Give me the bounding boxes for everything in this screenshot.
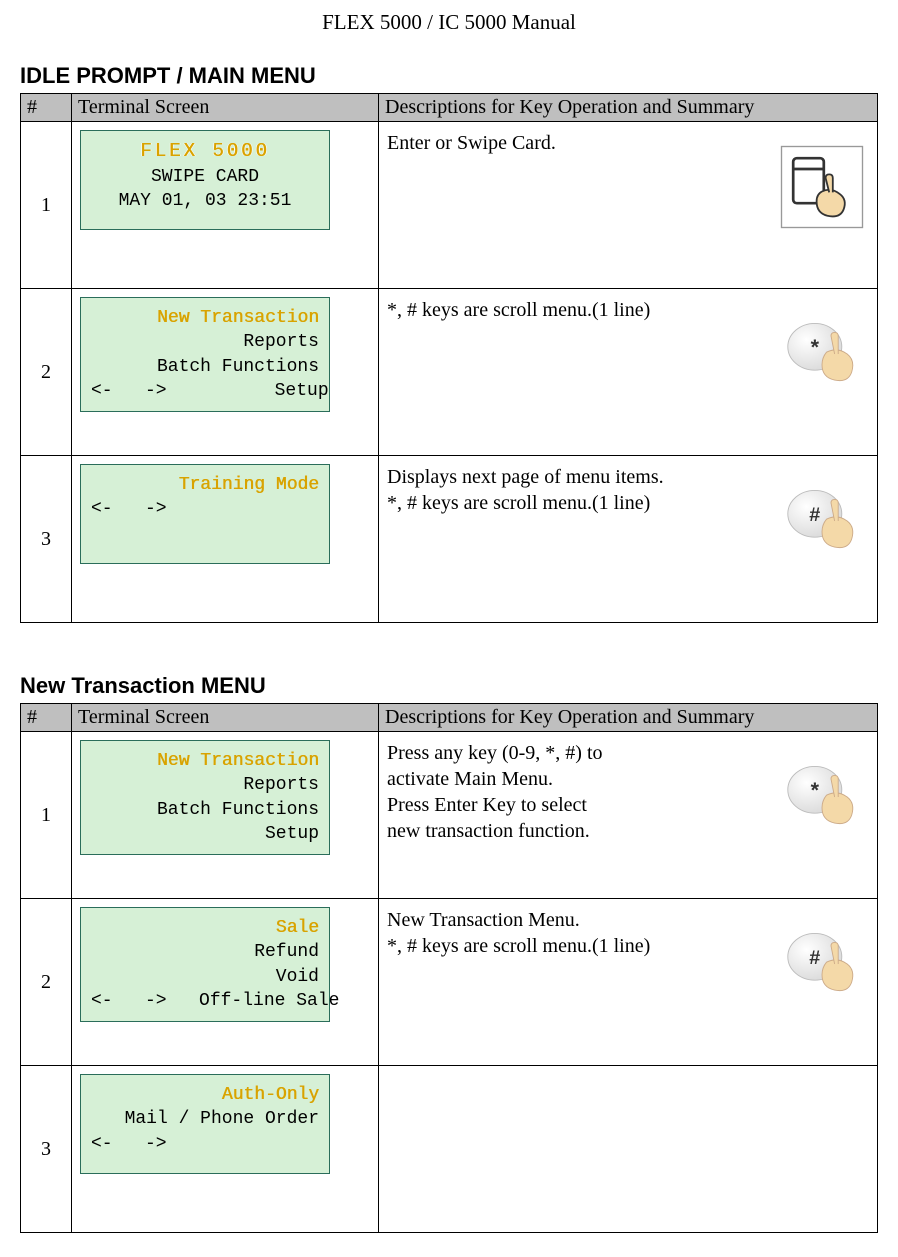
terminal-screen-cell: FLEX 5000 SWIPE CARD MAY 01, 03 23:51 (72, 122, 379, 289)
header-num: # (21, 704, 72, 732)
description-cell: Enter or Swipe Card. (379, 122, 878, 289)
table-row: 2 New Transaction Reports Batch Function… (21, 289, 878, 456)
svg-text:#: # (809, 504, 820, 526)
description-text: *, # keys are scroll menu.(1 line) (387, 297, 763, 323)
hash-key-icon: # (775, 474, 869, 568)
screen-line: Reports (91, 773, 319, 797)
screen-title: FLEX 5000 (91, 139, 319, 165)
screen-line: <- -> (91, 497, 319, 521)
row-number: 3 (21, 456, 72, 623)
table-row: 1 New Transaction Reports Batch Function… (21, 732, 878, 899)
row-number: 3 (21, 1066, 72, 1233)
table-row: 1 FLEX 5000 SWIPE CARD MAY 01, 03 23:51 … (21, 122, 878, 289)
screen-highlight: New Transaction (91, 306, 319, 330)
screen-line: Setup (91, 822, 319, 846)
terminal-screen: FLEX 5000 SWIPE CARD MAY 01, 03 23:51 (80, 130, 330, 230)
section-title-idle: IDLE PROMPT / MAIN MENU (20, 63, 878, 89)
terminal-screen: New Transaction Reports Batch Functions … (80, 740, 330, 855)
table-row: 2 Sale Refund Void <- -> Off-line Sale N… (21, 899, 878, 1066)
header-num: # (21, 94, 72, 122)
description-cell: *, # keys are scroll menu.(1 line) * (379, 289, 878, 456)
description-cell: New Transaction Menu. *, # keys are scro… (379, 899, 878, 1066)
idle-prompt-table: # Terminal Screen Descriptions for Key O… (20, 93, 878, 623)
row-number: 2 (21, 899, 72, 1066)
terminal-screen-cell: New Transaction Reports Batch Functions … (72, 289, 379, 456)
description-cell: Press any key (0-9, *, #) to activate Ma… (379, 732, 878, 899)
hash-key-icon: # (775, 917, 869, 1011)
screen-line: Mail / Phone Order (91, 1107, 319, 1131)
table-header-row: # Terminal Screen Descriptions for Key O… (21, 704, 878, 732)
terminal-screen: Sale Refund Void <- -> Off-line Sale (80, 907, 330, 1022)
terminal-screen-cell: New Transaction Reports Batch Functions … (72, 732, 379, 899)
terminal-screen: New Transaction Reports Batch Functions … (80, 297, 330, 412)
section-title-new-transaction: New Transaction MENU (20, 673, 878, 699)
screen-line: Refund (91, 940, 319, 964)
description-cell (379, 1066, 878, 1233)
svg-text:*: * (811, 334, 820, 359)
description-text: Enter or Swipe Card. (387, 130, 763, 156)
star-key-icon: * (775, 750, 869, 844)
screen-line: SWIPE CARD (91, 165, 319, 189)
table-header-row: # Terminal Screen Descriptions for Key O… (21, 94, 878, 122)
header-desc: Descriptions for Key Operation and Summa… (379, 94, 878, 122)
screen-line: Batch Functions (91, 355, 319, 379)
screen-line: Reports (91, 330, 319, 354)
screen-line: Batch Functions (91, 798, 319, 822)
screen-line: <- -> Off-line Sale (91, 989, 319, 1013)
description-text: Displays next page of menu items. *, # k… (387, 464, 763, 516)
svg-text:#: # (809, 947, 820, 969)
screen-line: <- -> Setup (91, 379, 319, 403)
table-row: 3 Auth-Only Mail / Phone Order <- -> (21, 1066, 878, 1233)
terminal-screen: Training Mode <- -> (80, 464, 330, 564)
terminal-screen-cell: Training Mode <- -> (72, 456, 379, 623)
screen-highlight: Training Mode (91, 473, 319, 497)
swipe-card-icon (775, 140, 869, 234)
screen-line: <- -> (91, 1132, 319, 1156)
row-number: 2 (21, 289, 72, 456)
screen-highlight: Auth-Only (91, 1083, 319, 1107)
terminal-screen: Auth-Only Mail / Phone Order <- -> (80, 1074, 330, 1174)
screen-highlight: Sale (91, 916, 319, 940)
screen-line: MAY 01, 03 23:51 (91, 189, 319, 213)
header-screen: Terminal Screen (72, 94, 379, 122)
row-number: 1 (21, 732, 72, 899)
header-screen: Terminal Screen (72, 704, 379, 732)
description-text: Press any key (0-9, *, #) to activate Ma… (387, 740, 763, 844)
row-number: 1 (21, 122, 72, 289)
description-text: New Transaction Menu. *, # keys are scro… (387, 907, 763, 959)
terminal-screen-cell: Sale Refund Void <- -> Off-line Sale (72, 899, 379, 1066)
description-cell: Displays next page of menu items. *, # k… (379, 456, 878, 623)
table-row: 3 Training Mode <- -> Displays next page… (21, 456, 878, 623)
document-title: FLEX 5000 / IC 5000 Manual (20, 10, 878, 35)
screen-line: Void (91, 965, 319, 989)
star-key-icon: * (775, 307, 869, 401)
new-transaction-table: # Terminal Screen Descriptions for Key O… (20, 703, 878, 1233)
terminal-screen-cell: Auth-Only Mail / Phone Order <- -> (72, 1066, 379, 1233)
screen-highlight: New Transaction (91, 749, 319, 773)
svg-text:*: * (811, 777, 820, 802)
header-desc: Descriptions for Key Operation and Summa… (379, 704, 878, 732)
